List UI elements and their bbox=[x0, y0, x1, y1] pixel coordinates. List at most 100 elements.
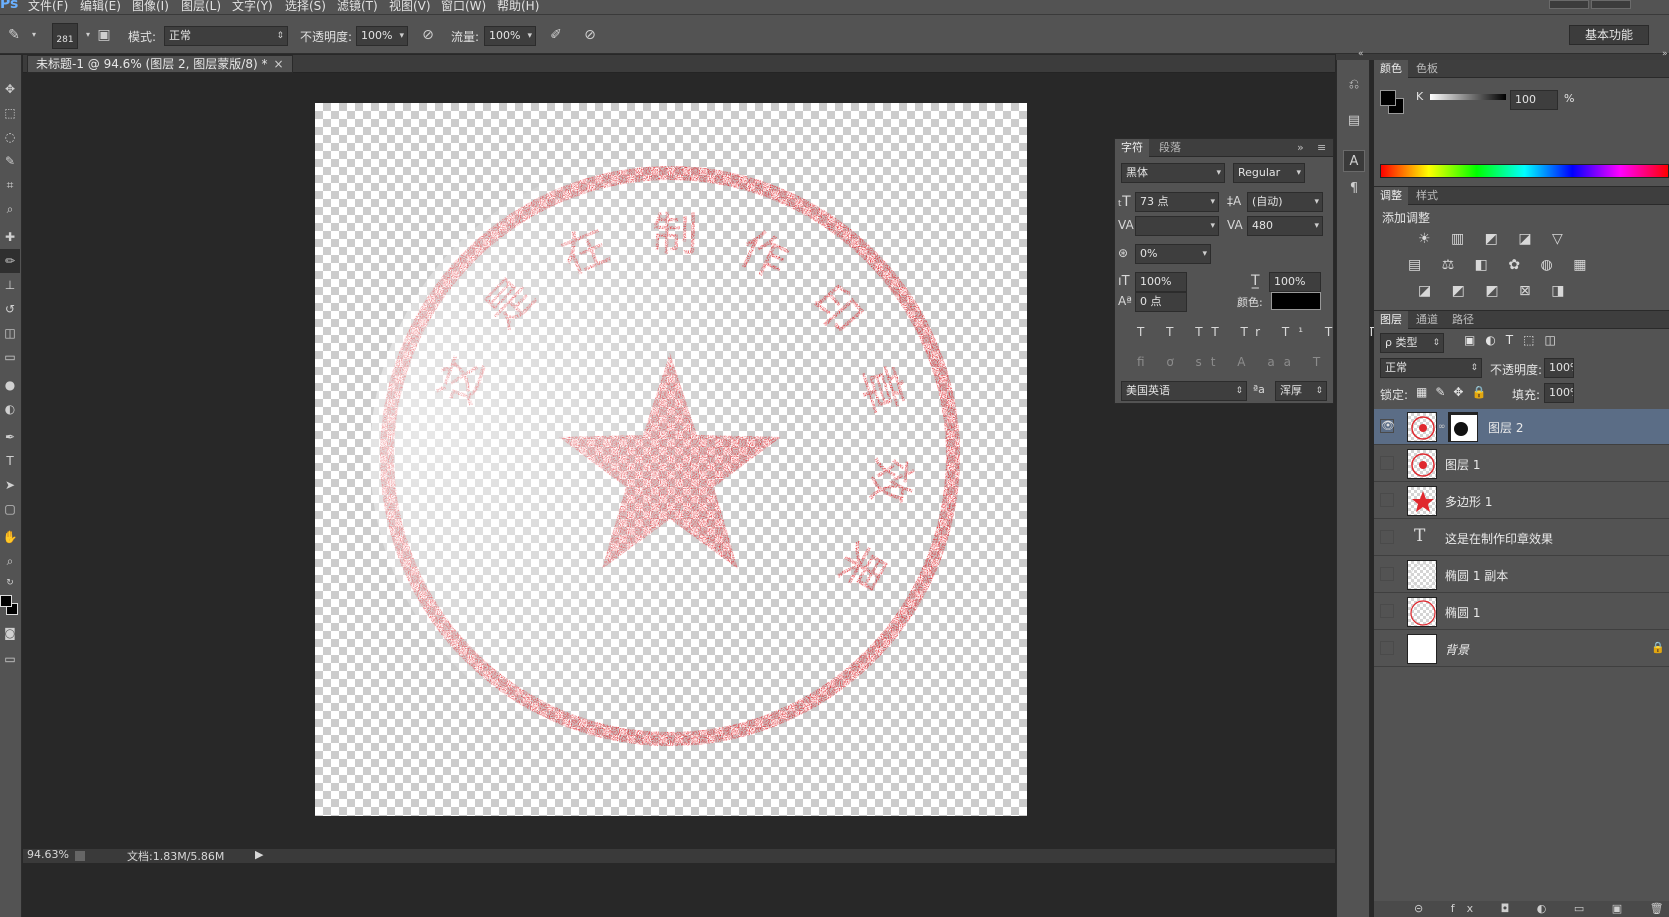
layer-row[interactable]: 椭圆 1 bbox=[1374, 594, 1669, 630]
tab-styles[interactable]: 样式 bbox=[1410, 187, 1444, 205]
menu-select[interactable]: 选择(S) bbox=[285, 0, 326, 14]
layer-name[interactable]: 多边形 1 bbox=[1445, 493, 1492, 510]
tab-character[interactable]: 字符 bbox=[1115, 139, 1149, 157]
pressure-opacity-icon[interactable]: ⊘ bbox=[418, 25, 438, 45]
collapse-arrows-icon[interactable]: « bbox=[1358, 49, 1364, 59]
text-style-buttons[interactable]: T T TT Tr T¹ T₁ T T bbox=[1137, 325, 1413, 339]
panel-menu-icon[interactable]: ≡ bbox=[1311, 139, 1332, 157]
marquee-tool-icon[interactable]: ⬚ bbox=[0, 101, 20, 125]
layer-filter-icons[interactable]: ▣◐T⬚◫ bbox=[1464, 333, 1566, 347]
fill-input[interactable]: 100% bbox=[1544, 383, 1574, 403]
tab-swatches[interactable]: 色板 bbox=[1410, 60, 1444, 78]
properties-panel-icon[interactable]: ▤ bbox=[1343, 110, 1365, 132]
preset-dropdown-icon[interactable]: ▾ bbox=[24, 25, 44, 45]
blur-tool-icon[interactable]: ● bbox=[0, 373, 20, 397]
k-slider[interactable] bbox=[1430, 94, 1506, 100]
clone-stamp-tool-icon[interactable]: ⊥ bbox=[0, 273, 20, 297]
k-value-input[interactable]: 100 bbox=[1510, 90, 1558, 110]
menu-view[interactable]: 视图(V) bbox=[389, 0, 431, 14]
menu-edit[interactable]: 编辑(E) bbox=[80, 0, 121, 14]
lock-icons[interactable]: ▦✎✥🔒 bbox=[1416, 385, 1494, 399]
layer-row[interactable]: T 这是在制作印章效果 bbox=[1374, 520, 1669, 556]
text-color-swatch[interactable] bbox=[1271, 292, 1321, 310]
status-menu-arrow-icon[interactable]: ▶ bbox=[255, 849, 263, 861]
zoom-level[interactable]: 94.63% bbox=[27, 849, 69, 861]
zoom-tool-icon[interactable]: ⌕ bbox=[0, 549, 20, 573]
history-brush-tool-icon[interactable]: ↺ bbox=[0, 297, 20, 321]
visibility-toggle[interactable] bbox=[1380, 567, 1394, 581]
visibility-toggle[interactable] bbox=[1380, 530, 1394, 544]
minimize-button[interactable] bbox=[1549, 0, 1589, 9]
collapse-icon[interactable]: » bbox=[1291, 139, 1310, 157]
pen-tool-icon[interactable]: ✒ bbox=[0, 425, 20, 449]
font-family-select[interactable]: 黑体 ▾ bbox=[1121, 163, 1225, 183]
antialias-select[interactable]: 浑厚 ⇕ bbox=[1275, 381, 1327, 401]
hand-tool-icon[interactable]: ✋ bbox=[0, 525, 20, 549]
brush-tool-icon[interactable]: ✏ bbox=[0, 249, 20, 273]
color-swatches[interactable] bbox=[0, 595, 20, 621]
crop-tool-icon[interactable]: ⌗ bbox=[0, 173, 20, 197]
character-panel-icon[interactable]: A bbox=[1343, 150, 1365, 172]
link-icon[interactable]: ∞ bbox=[1438, 422, 1446, 432]
dodge-tool-icon[interactable]: ◐ bbox=[0, 397, 20, 421]
type-tool-icon[interactable]: T bbox=[0, 449, 20, 473]
layer-mask-thumbnail[interactable] bbox=[1448, 412, 1478, 442]
leading-input[interactable]: (自动) ▾ bbox=[1247, 192, 1323, 212]
horizontal-scale-input[interactable]: 100% bbox=[1269, 272, 1321, 292]
history-panel-icon[interactable]: ⎌ bbox=[1343, 74, 1365, 96]
layer-row[interactable]: 椭圆 1 副本 bbox=[1374, 557, 1669, 593]
brush-tool-preset-icon[interactable]: ✎ bbox=[4, 25, 24, 45]
status-icon[interactable] bbox=[75, 851, 85, 861]
layer-row[interactable]: 图层 1 bbox=[1374, 446, 1669, 482]
layer-row[interactable]: 多边形 1 bbox=[1374, 483, 1669, 519]
font-size-input[interactable]: 73 点 ▾ bbox=[1135, 192, 1219, 212]
adjustment-icons-row-1[interactable]: ☀ ▥ ◩ ◪ ▽ bbox=[1418, 231, 1571, 247]
layer-name[interactable]: 图层 1 bbox=[1445, 456, 1480, 473]
maximize-button[interactable] bbox=[1591, 0, 1631, 9]
layer-row[interactable]: 背景 🔒 bbox=[1374, 631, 1669, 667]
tab-paths[interactable]: 路径 bbox=[1446, 311, 1480, 329]
menu-type[interactable]: 文字(Y) bbox=[232, 0, 273, 14]
brush-size-picker[interactable]: 281 bbox=[52, 23, 78, 49]
lasso-tool-icon[interactable]: ◌ bbox=[0, 125, 20, 149]
visibility-toggle[interactable] bbox=[1380, 641, 1394, 655]
layer-opacity-input[interactable]: 100% bbox=[1544, 358, 1574, 378]
baseline-shift-input[interactable]: 0 点 bbox=[1135, 292, 1187, 312]
visibility-toggle[interactable] bbox=[1380, 493, 1394, 507]
layer-filter-select[interactable]: ρ 类型 ⇕ bbox=[1380, 333, 1444, 353]
menu-window[interactable]: 窗口(W) bbox=[441, 0, 486, 14]
path-select-tool-icon[interactable]: ➤ bbox=[0, 473, 20, 497]
mode-select[interactable]: 正常 ⇕ bbox=[164, 26, 288, 46]
workspace-switcher[interactable]: 基本功能 bbox=[1569, 25, 1649, 45]
quick-mask-icon[interactable]: ◙ bbox=[0, 621, 20, 645]
opacity-input[interactable]: 100% ▾ bbox=[356, 26, 408, 46]
close-icon[interactable]: × bbox=[273, 57, 283, 71]
layer-row[interactable]: 👁 ∞ 图层 2 bbox=[1374, 409, 1669, 445]
layer-name[interactable]: 椭圆 1 副本 bbox=[1445, 567, 1508, 584]
language-select[interactable]: 美国英语 ⇕ bbox=[1121, 381, 1247, 401]
quick-select-tool-icon[interactable]: ✎ bbox=[0, 149, 20, 173]
tab-color[interactable]: 颜色 bbox=[1374, 60, 1408, 78]
layer-name[interactable]: 图层 2 bbox=[1488, 419, 1523, 436]
pressure-size-icon[interactable]: ⊘ bbox=[580, 25, 600, 45]
menu-layer[interactable]: 图层(L) bbox=[181, 0, 221, 14]
swap-colors-icon[interactable]: ↻ bbox=[0, 571, 20, 595]
kerning-input[interactable]: ▾ bbox=[1135, 216, 1219, 236]
font-style-select[interactable]: Regular ▾ bbox=[1233, 163, 1305, 183]
eraser-tool-icon[interactable]: ◫ bbox=[0, 321, 20, 345]
tab-channels[interactable]: 通道 bbox=[1410, 311, 1444, 329]
shape-tool-icon[interactable]: ▢ bbox=[0, 497, 20, 521]
gradient-tool-icon[interactable]: ▭ bbox=[0, 345, 20, 369]
tab-layers[interactable]: 图层 bbox=[1374, 311, 1408, 329]
eyedropper-tool-icon[interactable]: ⌕ bbox=[0, 197, 20, 221]
color-spectrum[interactable] bbox=[1380, 164, 1669, 178]
move-tool-icon[interactable]: ✥ bbox=[0, 77, 20, 101]
adjustment-icons-row-2[interactable]: ▤ ⚖ ◧ ✿ ◍ ▦ bbox=[1408, 257, 1594, 273]
layer-name[interactable]: 背景 bbox=[1445, 641, 1469, 658]
layer-action-buttons[interactable]: ⊝ fx ◘ ◐ ▭ ▣ 🗑 bbox=[1414, 902, 1669, 915]
foreground-color[interactable] bbox=[0, 595, 12, 607]
airbrush-icon[interactable]: ✐ bbox=[546, 25, 566, 45]
menu-image[interactable]: 图像(I) bbox=[132, 0, 169, 14]
expand-arrows-icon[interactable]: » bbox=[1662, 49, 1668, 59]
healing-brush-tool-icon[interactable]: ✚ bbox=[0, 225, 20, 249]
